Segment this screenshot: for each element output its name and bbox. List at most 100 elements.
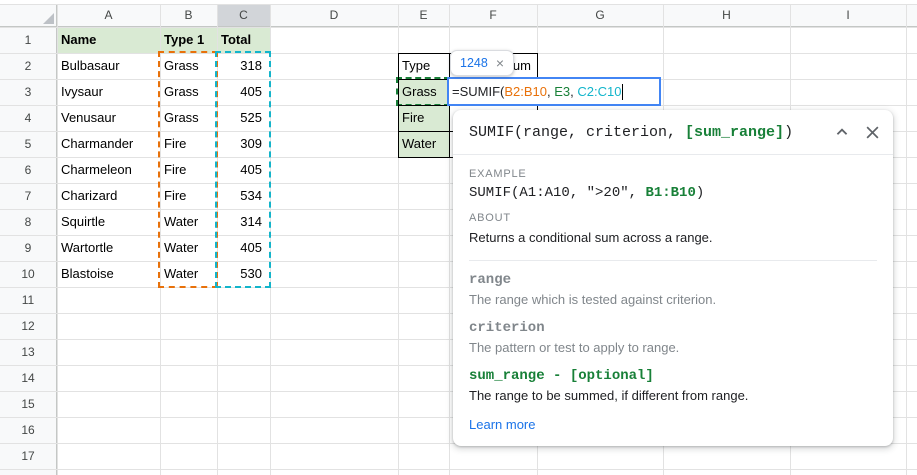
column-header-A[interactable]: A: [57, 4, 160, 27]
cell-C7[interactable]: 534: [217, 183, 270, 209]
cell-B10[interactable]: Water: [160, 261, 217, 287]
cell-C2[interactable]: 318: [217, 53, 270, 79]
row-header-15[interactable]: 15: [0, 391, 57, 417]
row-header-13[interactable]: 13: [0, 339, 57, 365]
cell-C10[interactable]: 530: [217, 261, 270, 287]
help-header-actions: [831, 121, 883, 143]
column-header-F[interactable]: F: [449, 4, 537, 27]
formula-range-arg: B2:B10: [504, 84, 547, 99]
signature-suffix: ): [784, 124, 793, 141]
formula-function-prefix: =SUMIF(: [452, 84, 504, 99]
cell-B5[interactable]: Fire: [160, 131, 217, 157]
row-header-16[interactable]: 16: [0, 417, 57, 443]
cell-E2[interactable]: Type: [398, 53, 449, 79]
row-header-7[interactable]: 7: [0, 183, 57, 209]
cell-A8[interactable]: Squirtle: [57, 209, 160, 235]
formula-edit-cell[interactable]: =SUMIF(B2:B10, E3, C2:C10: [447, 77, 661, 106]
example-code-prefix: SUMIF(A1:A10, ">20",: [469, 185, 645, 201]
row-header-8[interactable]: 8: [0, 209, 57, 235]
column-header-B[interactable]: B: [160, 4, 217, 27]
about-label: ABOUT: [469, 212, 877, 224]
cell-E5[interactable]: Water: [398, 131, 449, 157]
row-header-12[interactable]: 12: [0, 313, 57, 339]
select-all-button[interactable]: [0, 4, 57, 27]
column-header-partial[interactable]: [906, 4, 917, 27]
row-header-14[interactable]: 14: [0, 365, 57, 391]
row-header-6[interactable]: 6: [0, 157, 57, 183]
gridline: [906, 4, 907, 475]
cell-A10[interactable]: Blastoise: [57, 261, 160, 287]
row-header-5[interactable]: 5: [0, 131, 57, 157]
cell-B9[interactable]: Water: [160, 235, 217, 261]
signature-prefix: SUMIF(range, criterion,: [469, 124, 685, 141]
row-header-10[interactable]: 10: [0, 261, 57, 287]
select-all-triangle-icon: [43, 13, 54, 24]
cell-A7[interactable]: Charizard: [57, 183, 160, 209]
cell-A6[interactable]: Charmeleon: [57, 157, 160, 183]
cell-B7[interactable]: Fire: [160, 183, 217, 209]
cell-E3[interactable]: Grass: [398, 79, 449, 105]
cell-B8[interactable]: Water: [160, 209, 217, 235]
cell-A3[interactable]: Ivysaur: [57, 79, 160, 105]
learn-more-link[interactable]: Learn more: [469, 417, 535, 432]
example-code-suffix: ): [696, 185, 704, 201]
dismiss-preview-icon[interactable]: ×: [496, 56, 504, 70]
column-header-G[interactable]: G: [537, 4, 663, 27]
formula-separator: ,: [570, 84, 577, 99]
row-header-2[interactable]: 2: [0, 53, 57, 79]
row-header-17[interactable]: 17: [0, 443, 57, 469]
google-sheets-spreadsheet: =SUMIF(B2:B10, E3, C2:C10 1248 × SUMIF(r…: [0, 0, 917, 475]
cell-B4[interactable]: Grass: [160, 105, 217, 131]
cell-C8[interactable]: 314: [217, 209, 270, 235]
param-description: The range which is tested against criter…: [469, 291, 877, 309]
cell-A9[interactable]: Wartortle: [57, 235, 160, 261]
cell-A2[interactable]: Bulbasaur: [57, 53, 160, 79]
param-name: criterion: [469, 320, 877, 336]
formula-result-preview: 1248 ×: [450, 50, 514, 76]
row-header-1[interactable]: 1: [0, 27, 57, 53]
function-help-popup: SUMIF(range, criterion, [sum_range]) EXA…: [453, 110, 893, 446]
row-header-11[interactable]: 11: [0, 287, 57, 313]
param-name: range: [469, 272, 877, 288]
close-icon[interactable]: [861, 121, 883, 143]
cell-A4[interactable]: Venusaur: [57, 105, 160, 131]
param-range: range The range which is tested against …: [469, 272, 877, 309]
row-header-partial[interactable]: [0, 469, 57, 475]
row-header-3[interactable]: 3: [0, 79, 57, 105]
example-label: EXAMPLE: [469, 168, 877, 180]
param-criterion: criterion The pattern or test to apply t…: [469, 320, 877, 357]
cell-C6[interactable]: 405: [217, 157, 270, 183]
signature-optional-param: [sum_range]: [685, 124, 784, 141]
column-header-D[interactable]: D: [270, 4, 398, 27]
cell-C1[interactable]: Total: [217, 27, 270, 53]
cell-B6[interactable]: Fire: [160, 157, 217, 183]
cell-C9[interactable]: 405: [217, 235, 270, 261]
example-code: SUMIF(A1:A10, ">20", B1:B10): [469, 185, 877, 201]
column-header-I[interactable]: I: [790, 4, 906, 27]
cell-C5[interactable]: 309: [217, 131, 270, 157]
spreadsheet-grid: =SUMIF(B2:B10, E3, C2:C10 1248 × SUMIF(r…: [0, 0, 917, 475]
function-signature: SUMIF(range, criterion, [sum_range]): [469, 124, 793, 141]
cell-B1[interactable]: Type 1: [160, 27, 217, 53]
cell-B3[interactable]: Grass: [160, 79, 217, 105]
about-text: Returns a conditional sum across a range…: [469, 229, 877, 247]
collapse-icon[interactable]: [831, 121, 853, 143]
cell-A5[interactable]: Charmander: [57, 131, 160, 157]
row-header-9[interactable]: 9: [0, 235, 57, 261]
row-header-4[interactable]: 4: [0, 105, 57, 131]
cell-E4[interactable]: Fire: [398, 105, 449, 131]
column-header-H[interactable]: H: [663, 4, 790, 27]
cell-A1[interactable]: Name: [57, 27, 160, 53]
text-cursor: [622, 84, 623, 100]
example-code-highlight: B1:B10: [645, 185, 695, 201]
cell-C3[interactable]: 405: [217, 79, 270, 105]
cell-B2[interactable]: Grass: [160, 53, 217, 79]
cell-C4[interactable]: 525: [217, 105, 270, 131]
column-header-E[interactable]: E: [398, 4, 449, 27]
gridline: [0, 469, 917, 470]
column-header-C[interactable]: C: [217, 4, 270, 27]
divider: [469, 260, 877, 261]
formula-sum-range-arg: C2:C10: [577, 84, 621, 99]
param-sum-range: sum_range - [optional] The range to be s…: [469, 368, 877, 405]
help-popup-body: EXAMPLE SUMIF(A1:A10, ">20", B1:B10) ABO…: [453, 155, 893, 446]
